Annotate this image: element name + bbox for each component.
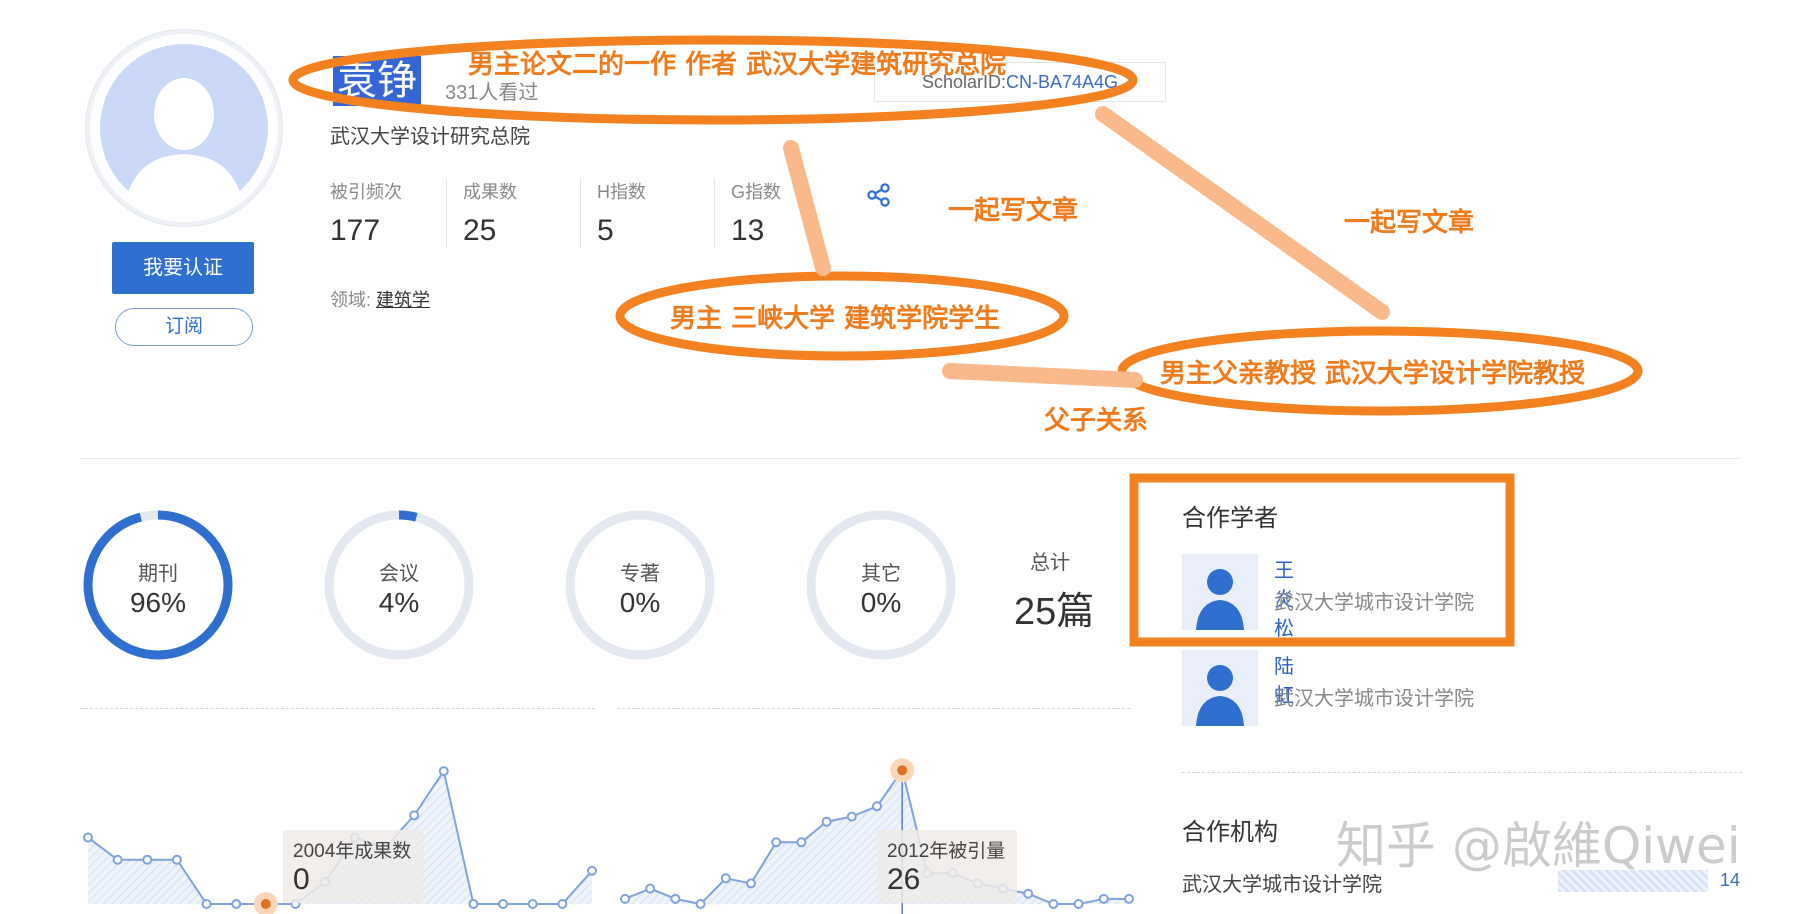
- annotation-write-together: 一起写文章: [948, 196, 1079, 226]
- annotation-overlay: [288, 35, 1643, 647]
- collaborator-highlight-box: [1129, 473, 1515, 647]
- annotation-connector: [783, 140, 831, 276]
- annotation-relation: 父子关系: [1044, 406, 1149, 436]
- annotation-connector: [942, 363, 1143, 388]
- annotation-connector: [1095, 106, 1390, 320]
- annotation-write-together: 一起写文章: [1344, 208, 1475, 238]
- annotation-student: 男主 三峡大学 建筑学院学生: [670, 304, 1001, 334]
- annotation-top: 男主论文二的一作 作者 武汉大学建筑研究总院: [468, 50, 1007, 80]
- annotation-father: 男主父亲教授 武汉大学设计学院教授: [1160, 359, 1586, 389]
- watermark: 知乎 @啟維Qiwei: [1336, 817, 1741, 875]
